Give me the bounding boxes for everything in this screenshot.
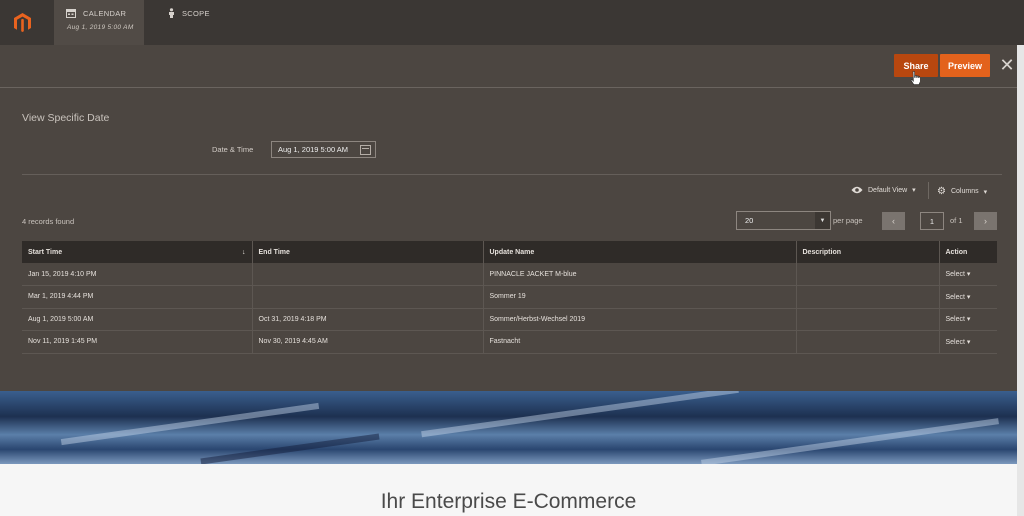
caret-down-icon: ▾ — [966, 316, 971, 324]
eye-icon — [851, 186, 863, 194]
cell-start-time: Nov 11, 2019 1:45 PM — [22, 330, 253, 354]
default-view-dropdown[interactable]: Default View ▾ — [851, 186, 916, 194]
section-title: View Specific Date — [22, 112, 110, 124]
next-page-button[interactable]: › — [974, 212, 997, 230]
column-header-description[interactable]: Description — [796, 241, 940, 263]
hero-streak — [60, 402, 320, 446]
cell-update-name: Fastnacht — [483, 330, 797, 354]
magento-logo-icon — [13, 12, 31, 32]
preview-button[interactable]: Preview — [940, 54, 990, 77]
updates-grid: Start Time ↓ End Time Update Name Descrip… — [22, 241, 997, 354]
table-row: Nov 11, 2019 1:45 PM Nov 30, 2019 4:45 A… — [22, 330, 997, 354]
hero-streak — [701, 418, 999, 464]
columns-dropdown[interactable]: ⚙ Columns ▾ — [937, 186, 987, 197]
tab-scope-label: SCOPE — [182, 8, 210, 18]
staging-panel: Share Preview ✕ View Specific Date Date … — [0, 45, 1024, 391]
close-icon[interactable]: ✕ — [999, 56, 1015, 74]
cell-start-time: Jan 15, 2019 4:10 PM — [22, 263, 253, 286]
tab-calendar[interactable]: CALENDAR Aug 1, 2019 5:00 AM — [54, 0, 144, 45]
hero-streak — [200, 433, 380, 464]
previous-page-button[interactable]: ‹ — [882, 212, 905, 230]
tab-calendar-label: CALENDAR — [83, 8, 127, 18]
select-action-label: Select — [945, 316, 965, 324]
cell-description — [796, 285, 940, 309]
person-icon — [169, 8, 174, 18]
page-number-input[interactable]: 1 — [920, 212, 944, 230]
tab-calendar-date: Aug 1, 2019 5:00 AM — [67, 24, 134, 31]
table-row: Mar 1, 2019 4:44 PM Sommer 19 Select ▾ — [22, 285, 997, 309]
calendar-icon — [66, 9, 76, 18]
action-row: Share Preview ✕ — [0, 45, 1024, 88]
cell-end-time — [252, 263, 484, 286]
cell-update-name: Sommer/Herbst-Wechsel 2019 — [483, 308, 797, 331]
records-count: 4 records found — [22, 217, 75, 226]
page-total-label: of 1 — [950, 216, 963, 225]
date-time-label: Date & Time — [212, 145, 254, 154]
calendar-picker-icon[interactable] — [360, 145, 371, 155]
select-action-label: Select — [945, 293, 965, 301]
cell-update-name: Sommer 19 — [483, 285, 797, 309]
select-action-label: Select — [945, 338, 965, 346]
cell-end-time: Nov 30, 2019 4:45 AM — [252, 330, 484, 354]
column-header-start-time[interactable]: Start Time ↓ — [22, 241, 253, 263]
grid-header-row: Start Time ↓ End Time Update Name Descrip… — [22, 241, 997, 263]
table-row: Jan 15, 2019 4:10 PM PINNACLE JACKET M-b… — [22, 263, 997, 286]
top-bar: CALENDAR Aug 1, 2019 5:00 AM SCOPE — [0, 0, 1024, 45]
gear-icon: ⚙ — [937, 186, 946, 197]
hero-streak — [421, 391, 739, 438]
cell-description — [796, 308, 940, 331]
cell-end-time — [252, 285, 484, 309]
select-action-dropdown[interactable]: Select ▾ — [939, 263, 997, 286]
column-header-update-name[interactable]: Update Name — [483, 241, 797, 263]
column-header-label: Start Time — [28, 248, 63, 256]
chevron-down-icon[interactable]: ▼ — [815, 212, 830, 229]
date-time-value: Aug 1, 2019 5:00 AM — [278, 145, 349, 154]
column-header-action: Action — [939, 241, 997, 263]
select-action-label: Select — [945, 271, 965, 278]
cell-start-time: Mar 1, 2019 4:44 PM — [22, 285, 253, 309]
select-action-dropdown[interactable]: Select ▾ — [939, 308, 997, 331]
cell-description — [796, 263, 940, 286]
chevron-down-icon: ▾ — [912, 187, 916, 194]
divider — [22, 174, 1002, 175]
tab-scope[interactable]: SCOPE — [156, 0, 236, 45]
column-header-end-time[interactable]: End Time — [252, 241, 484, 263]
select-action-dropdown[interactable]: Select ▾ — [939, 330, 997, 354]
divider-vertical — [928, 182, 929, 199]
cell-update-name: PINNACLE JACKET M-blue — [483, 263, 797, 286]
cell-description — [796, 330, 940, 354]
hero-banner-image — [0, 391, 1017, 464]
page-heading: Ihr Enterprise E-Commerce — [380, 490, 637, 513]
cell-end-time: Oct 31, 2019 4:18 PM — [252, 308, 484, 331]
caret-down-icon: ▾ — [966, 271, 971, 278]
default-view-label: Default View — [868, 186, 908, 194]
hand-cursor-icon — [910, 71, 920, 85]
per-page-label: per page — [833, 216, 863, 225]
chevron-down-icon: ▾ — [983, 188, 988, 196]
sort-down-icon: ↓ — [242, 248, 246, 256]
per-page-value: 20 — [745, 216, 754, 225]
cell-start-time: Aug 1, 2019 5:00 AM — [22, 308, 253, 331]
caret-down-icon: ▾ — [966, 293, 971, 301]
columns-label: Columns — [950, 188, 979, 195]
caret-down-icon: ▾ — [966, 338, 971, 346]
table-row: Aug 1, 2019 5:00 AM Oct 31, 2019 4:18 PM… — [22, 308, 997, 331]
per-page-select[interactable]: 20 ▼ — [736, 211, 831, 230]
select-action-dropdown[interactable]: Select ▾ — [939, 285, 997, 309]
scrollbar[interactable] — [1017, 45, 1024, 516]
date-time-input[interactable]: Aug 1, 2019 5:00 AM — [271, 141, 376, 158]
magento-logo[interactable] — [0, 0, 44, 45]
